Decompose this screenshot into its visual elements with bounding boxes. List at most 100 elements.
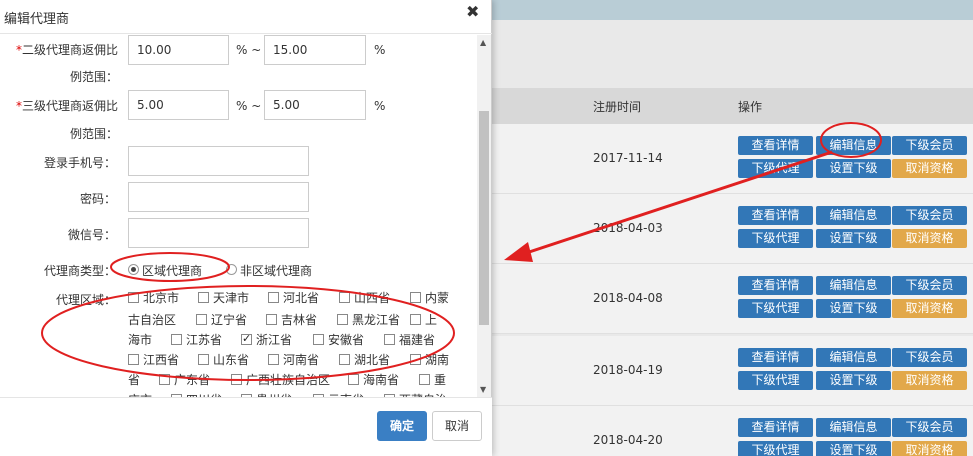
level3-min-input[interactable]: 5.00 — [128, 90, 229, 120]
sub-members-button[interactable]: 下级会员 — [892, 418, 967, 437]
region-label-text[interactable]: 江苏省 — [186, 331, 222, 348]
set-sub-button[interactable]: 设置下级 — [816, 229, 891, 248]
dialog-scrollbar[interactable]: ▲ ▼ — [477, 35, 491, 397]
scroll-up-icon[interactable]: ▲ — [480, 38, 486, 47]
region-checkbox[interactable] — [266, 314, 277, 325]
set-sub-button[interactable]: 设置下级 — [816, 441, 891, 456]
detail-button[interactable]: 查看详情 — [738, 348, 813, 367]
region-label-text[interactable]: 山西省 — [354, 289, 390, 306]
sub-members-button[interactable]: 下级会员 — [892, 206, 967, 225]
sub-agents-button[interactable]: 下级代理 — [738, 299, 813, 318]
radio-non-regional[interactable] — [226, 264, 237, 275]
region-label-text[interactable]: 安徽省 — [328, 331, 364, 348]
region-label-text[interactable]: 山东省 — [213, 351, 249, 368]
scrollbar-thumb[interactable] — [479, 111, 489, 325]
region-checkbox[interactable] — [268, 292, 279, 303]
region-checkbox[interactable] — [128, 292, 139, 303]
region-checkbox[interactable] — [171, 334, 182, 345]
region-label-text[interactable]: 上 — [425, 311, 437, 328]
region-label-text[interactable]: 吉林省 — [281, 311, 317, 328]
region-label-text[interactable]: 辽宁省 — [211, 311, 247, 328]
region-label-text[interactable]: 江西省 — [143, 351, 179, 368]
header-actions: 操作 — [738, 100, 763, 114]
detail-button[interactable]: 查看详情 — [738, 418, 813, 437]
region-label-text[interactable]: 省 — [128, 371, 140, 388]
region-checkbox[interactable] — [348, 374, 359, 385]
scroll-down-icon[interactable]: ▼ — [480, 385, 486, 394]
cancel-qualification-button[interactable]: 取消资格 — [892, 159, 967, 178]
region-label-text[interactable]: 重 — [434, 371, 446, 388]
region-label-text[interactable]: 河北省 — [283, 289, 319, 306]
detail-button[interactable]: 查看详情 — [738, 136, 813, 155]
region-label-text[interactable]: 古自治区 — [128, 311, 176, 328]
region-checkbox[interactable] — [159, 374, 170, 385]
region-label-text[interactable]: 内蒙 — [425, 289, 449, 306]
region-label-text[interactable]: 湖南 — [425, 351, 449, 368]
edit-info-button[interactable]: 编辑信息 — [816, 136, 891, 155]
region-checkbox[interactable] — [410, 292, 421, 303]
region-label-text[interactable]: 海南省 — [363, 371, 399, 388]
region-label-text[interactable]: 黑龙江省 — [352, 311, 400, 328]
detail-button[interactable]: 查看详情 — [738, 276, 813, 295]
level2-rate-label: *二级代理商返佣比 — [16, 43, 119, 57]
sub-members-button[interactable]: 下级会员 — [892, 136, 967, 155]
sub-agents-button[interactable]: 下级代理 — [738, 159, 813, 178]
level2-min-input[interactable]: 10.00 — [128, 35, 229, 65]
set-sub-button[interactable]: 设置下级 — [816, 371, 891, 390]
region-label-text[interactable]: 海市 — [128, 331, 152, 348]
close-icon[interactable]: ✖ — [466, 2, 479, 21]
region-label-text[interactable]: 浙江省 — [256, 331, 292, 348]
region-checkbox[interactable] — [268, 354, 279, 365]
region-label-text[interactable]: 湖北省 — [354, 351, 390, 368]
edit-info-button[interactable]: 编辑信息 — [816, 206, 891, 225]
phone-input[interactable] — [128, 146, 309, 176]
radio-regional[interactable] — [128, 264, 139, 275]
region-label-text[interactable]: 福建省 — [399, 331, 435, 348]
region-label-text[interactable]: 天津市 — [213, 289, 249, 306]
region-label-text[interactable]: 广西壮族自治区 — [246, 371, 330, 388]
region-label-text[interactable]: 广东省 — [174, 371, 210, 388]
sub-agents-button[interactable]: 下级代理 — [738, 229, 813, 248]
region-checkbox[interactable] — [231, 374, 242, 385]
edit-info-button[interactable]: 编辑信息 — [816, 418, 891, 437]
region-checkbox[interactable] — [384, 334, 395, 345]
sub-members-button[interactable]: 下级会员 — [892, 276, 967, 295]
percent-tilde: % ~ — [236, 99, 262, 113]
set-sub-button[interactable]: 设置下级 — [816, 159, 891, 178]
cancel-qualification-button[interactable]: 取消资格 — [892, 441, 967, 456]
region-checkbox[interactable] — [337, 314, 348, 325]
confirm-button[interactable]: 确定 — [377, 411, 427, 441]
dialog-header: 编辑代理商 ✖ — [0, 0, 492, 34]
region-checkbox[interactable] — [128, 354, 139, 365]
region-checkbox[interactable] — [410, 354, 421, 365]
edit-info-button[interactable]: 编辑信息 — [816, 348, 891, 367]
cancel-button[interactable]: 取消 — [432, 411, 482, 441]
region-label-text[interactable]: 河南省 — [283, 351, 319, 368]
sub-members-button[interactable]: 下级会员 — [892, 348, 967, 367]
region-checkbox[interactable] — [241, 332, 252, 345]
dialog-body[interactable]: *二级代理商返佣比 例范围： 10.00 % ~ 15.00 % *三级代理商返… — [0, 35, 492, 397]
region-checkbox[interactable] — [196, 314, 207, 325]
region-checkbox[interactable] — [410, 314, 421, 325]
detail-button[interactable]: 查看详情 — [738, 206, 813, 225]
region-label-text[interactable]: 北京市 — [143, 289, 179, 306]
region-checkbox[interactable] — [419, 374, 430, 385]
radio-regional-label[interactable]: 区域代理商 — [142, 262, 202, 279]
sub-agents-button[interactable]: 下级代理 — [738, 441, 813, 456]
level2-max-input[interactable]: 15.00 — [264, 35, 366, 65]
cancel-qualification-button[interactable]: 取消资格 — [892, 229, 967, 248]
region-checkbox[interactable] — [198, 354, 209, 365]
region-checkbox[interactable] — [198, 292, 209, 303]
region-checkbox[interactable] — [339, 354, 350, 365]
cancel-qualification-button[interactable]: 取消资格 — [892, 371, 967, 390]
set-sub-button[interactable]: 设置下级 — [816, 299, 891, 318]
radio-non-regional-label[interactable]: 非区域代理商 — [240, 262, 312, 279]
region-checkbox[interactable] — [339, 292, 350, 303]
cancel-qualification-button[interactable]: 取消资格 — [892, 299, 967, 318]
region-checkbox[interactable] — [313, 334, 324, 345]
edit-info-button[interactable]: 编辑信息 — [816, 276, 891, 295]
wechat-input[interactable] — [128, 218, 309, 248]
password-input[interactable] — [128, 182, 309, 212]
sub-agents-button[interactable]: 下级代理 — [738, 371, 813, 390]
level3-max-input[interactable]: 5.00 — [264, 90, 366, 120]
